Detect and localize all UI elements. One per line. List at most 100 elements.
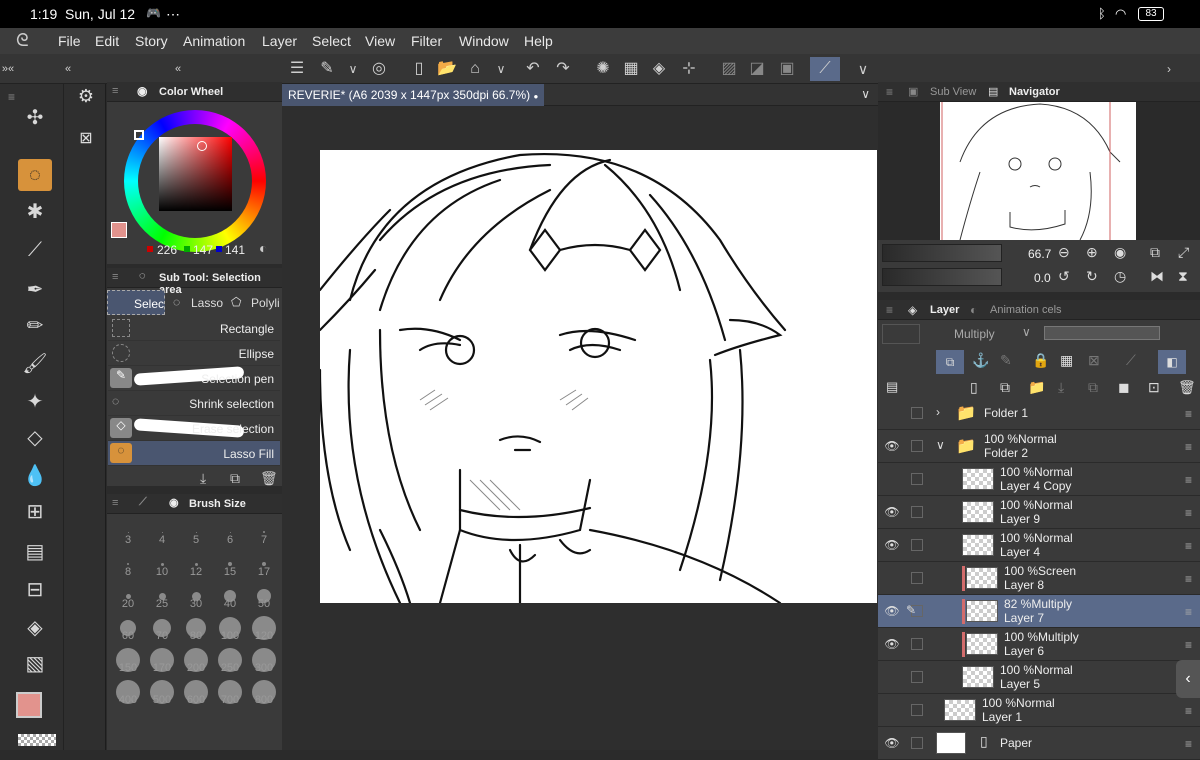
delete-layer-icon[interactable]: 🗑 [1178, 379, 1196, 396]
deselect-icon[interactable]: ▨ [716, 57, 742, 81]
chevron-down-icon-4[interactable]: ∨ [861, 87, 870, 101]
layer-property-icon[interactable]: ▤ [886, 379, 898, 395]
layer-row[interactable]: 👁 ▯ Paper ≡ [878, 727, 1200, 760]
brush-size-12[interactable]: 12 [179, 552, 213, 578]
eye-icon[interactable]: 👁 [884, 505, 900, 519]
blend-mode-dropdown[interactable]: Multiply [954, 327, 995, 341]
transform-icon[interactable]: ⊹ [676, 57, 702, 81]
color-mode-icon[interactable]: ◐ [259, 240, 267, 256]
layer-color-icon[interactable]: ◧ [1158, 350, 1186, 374]
eye-icon[interactable]: 👁 [884, 538, 900, 552]
new-vector-layer-icon[interactable]: ⧉ [1000, 379, 1010, 396]
tab-animation-cels[interactable]: Animation cels [990, 304, 1062, 316]
undo-icon[interactable]: ↶ [520, 57, 546, 81]
transparent-color-swatch[interactable] [18, 734, 56, 746]
brush-size-400[interactable]: 400 [111, 680, 145, 706]
chevron-right-icon[interactable]: › [1156, 57, 1182, 81]
zoom-in-icon[interactable]: ⊕ [1086, 244, 1098, 261]
lock-transparent-icon[interactable]: ▦ [1060, 352, 1073, 369]
hue-ring[interactable] [124, 110, 266, 252]
redo-icon[interactable]: ↷ [550, 57, 576, 81]
flip-horizontal-icon[interactable]: ⧓ [1150, 268, 1164, 285]
brush-size-4[interactable]: 4 [145, 520, 179, 546]
menu-story[interactable]: Story [135, 33, 168, 49]
opacity-slider[interactable] [1044, 326, 1160, 340]
eye-hidden-icon[interactable] [884, 670, 900, 684]
layer-row[interactable]: 👁 100 %Normal Layer 4 ≡ [878, 529, 1200, 562]
color-picker-cursor[interactable] [197, 141, 207, 151]
hamburger-menu-icon[interactable]: ☰ [284, 57, 310, 81]
brush-size-5[interactable]: 5 [179, 520, 213, 546]
brush-size-70[interactable]: 70 [145, 616, 179, 642]
current-color-swatch[interactable] [111, 222, 127, 238]
layer-color-dropdown[interactable] [882, 324, 920, 344]
layer-row[interactable]: › 📁 Folder 1 ≡ [878, 397, 1200, 430]
collapse-panel-icon-2[interactable]: « [170, 57, 186, 81]
drag-handle-icon[interactable]: ≡ [1185, 539, 1192, 553]
eye-hidden-icon[interactable] [884, 703, 900, 717]
selection-layer-icon[interactable]: ⚙ [74, 86, 98, 108]
flip-vertical-icon[interactable]: ⧗ [1178, 268, 1188, 285]
brush-size-300[interactable]: 300 [247, 648, 281, 674]
menu-filter[interactable]: Filter [411, 33, 442, 49]
eyedropper-icon[interactable]: ⟋ [18, 234, 52, 266]
loading-icon[interactable]: ✺ [590, 57, 616, 81]
eye-hidden-icon[interactable] [884, 406, 900, 420]
brush-size-500[interactable]: 500 [145, 680, 179, 706]
tab-lasso[interactable]: ◌ Lasso [167, 290, 225, 315]
document-tab[interactable]: REVERIE* (A6 2039 x 1447px 350dpi 66.7%)… [282, 84, 545, 106]
brush-size-200[interactable]: 200 [179, 648, 213, 674]
selection-border-icon[interactable]: ▣ [774, 57, 800, 81]
brush-size-30[interactable]: 30 [179, 584, 213, 610]
new-file-icon[interactable]: ▯ [406, 57, 432, 81]
chevron-down-icon-5[interactable]: ∨ [1022, 325, 1031, 339]
save-icon[interactable]: ⌂ [462, 57, 488, 81]
gradient-tool-icon[interactable]: ▧ [18, 648, 52, 680]
tab-polyline[interactable]: ⬠ Polyli [227, 290, 282, 315]
layer-checkbox[interactable] [911, 704, 923, 716]
chevron-down-icon[interactable]: ∨ [340, 57, 366, 81]
zoom-slider[interactable] [882, 244, 1002, 262]
subtool-erase-selection[interactable]: ◇ Erase selection [108, 416, 280, 441]
drag-handle-icon[interactable]: ≡ [1185, 638, 1192, 652]
fill-icon[interactable]: ◈ [646, 57, 672, 81]
menu-edit[interactable]: Edit [95, 33, 119, 49]
new-raster-layer-icon[interactable]: ▯ [970, 379, 978, 396]
brush-size-700[interactable]: 700 [213, 680, 247, 706]
brush-size-150[interactable]: 150 [111, 648, 145, 674]
drawing-canvas[interactable] [320, 150, 877, 603]
layer-row[interactable]: 👁 ∨ 📁 100 %Normal Folder 2 ≡ [878, 430, 1200, 463]
layer-row[interactable]: 👁 100 %Multiply Layer 6 ≡ [878, 628, 1200, 661]
eye-icon[interactable]: 👁 [884, 637, 900, 651]
drag-handle-icon[interactable]: ≡ [1185, 704, 1192, 718]
layer-checkbox[interactable] [911, 473, 923, 485]
chevron-down-icon[interactable]: ∨ [936, 438, 945, 452]
drag-handle-icon[interactable]: ≡ [1185, 605, 1192, 619]
brush-size-tab-icon[interactable]: ◉ [169, 496, 179, 509]
brush-size-600[interactable]: 600 [179, 680, 213, 706]
reset-rotation-icon[interactable]: ◷ [1114, 268, 1126, 285]
merge-down-icon[interactable]: ⤓ [1058, 379, 1064, 396]
eye-hidden-icon[interactable] [884, 472, 900, 486]
layer-checkbox[interactable] [911, 671, 923, 683]
layer-row[interactable]: 100 %Screen Layer 8 ≡ [878, 562, 1200, 595]
menu-view[interactable]: View [365, 33, 395, 49]
layer-mask-icon[interactable]: ◼ [1118, 379, 1130, 396]
quick-access-icon[interactable]: ✎ [314, 57, 340, 81]
chevron-right-icon[interactable]: › [936, 405, 940, 419]
tab-selection[interactable]: Selec [107, 290, 165, 315]
ruler-icon[interactable]: ⟋ [1126, 352, 1136, 369]
magic-wand-icon[interactable]: ✱ [18, 196, 52, 228]
brush-size-50[interactable]: 50 [247, 584, 281, 610]
layer-checkbox[interactable] [911, 737, 923, 749]
drag-handle-icon[interactable]: ≡ [1185, 572, 1192, 586]
clipping-icon[interactable]: ⧉ [936, 350, 964, 374]
mask-icon[interactable]: ⊠ [1088, 352, 1100, 369]
rotate-right-icon[interactable]: ↻ [1086, 268, 1098, 285]
brush-size-40[interactable]: 40 [213, 584, 247, 610]
layer-checkbox[interactable] [911, 407, 923, 419]
invert-selection-icon[interactable]: ◪ [744, 57, 770, 81]
lock-icon[interactable]: 🔒 [1032, 352, 1049, 369]
pencil-tool-icon[interactable]: ✏ [18, 310, 52, 342]
open-folder-icon[interactable]: 📂 [434, 57, 460, 81]
